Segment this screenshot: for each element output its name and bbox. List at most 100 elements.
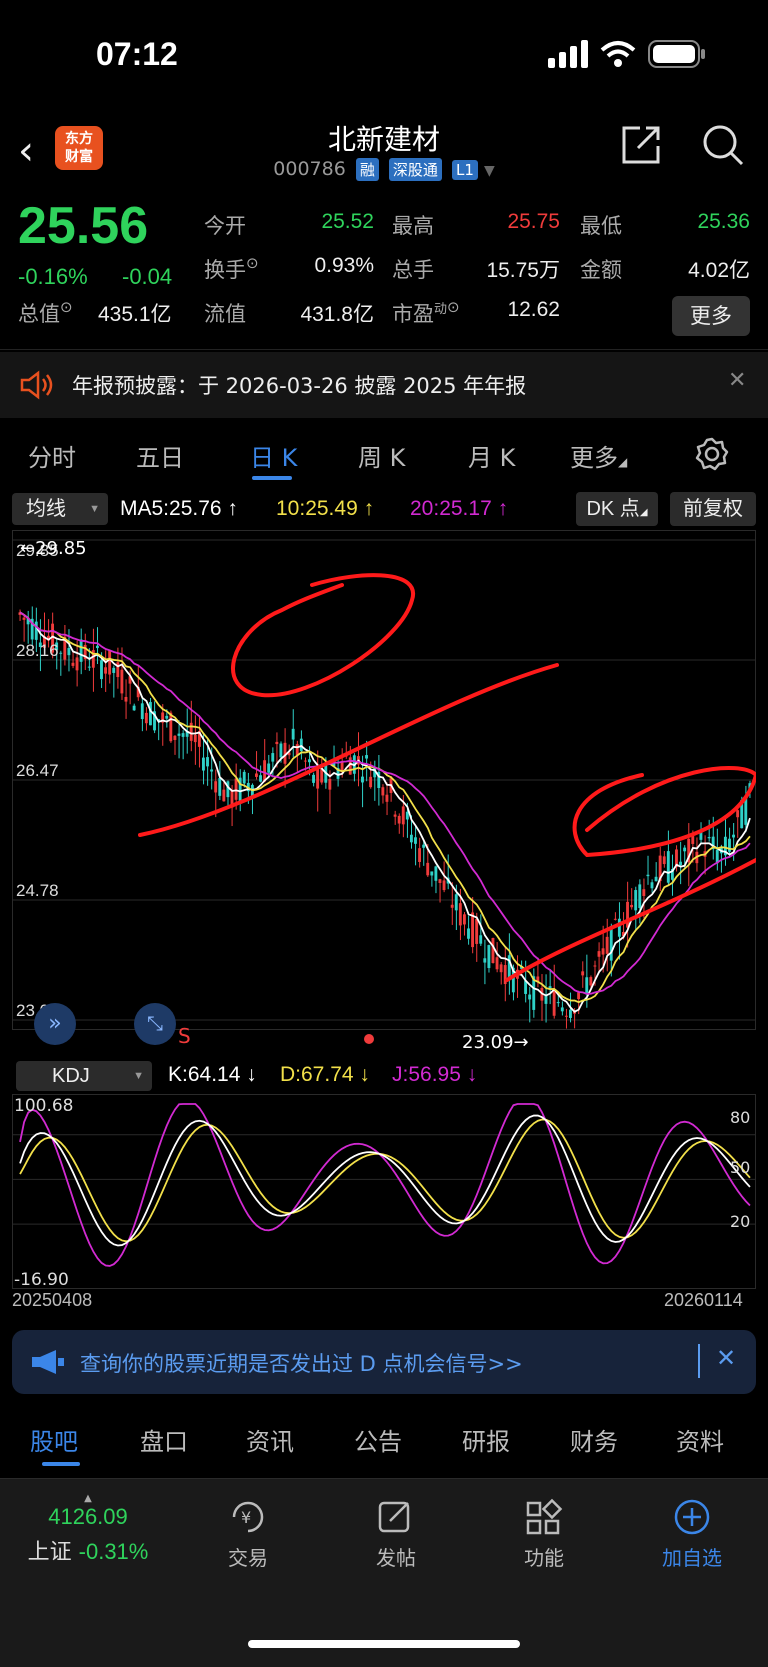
ma10-line	[19, 611, 751, 1004]
expand-left-icon[interactable]: »	[34, 1003, 76, 1045]
tab-daily-k[interactable]: 日 K	[250, 438, 297, 473]
tab-intraday[interactable]: 分时	[28, 438, 76, 473]
candle-body	[642, 889, 646, 896]
candle-body	[662, 856, 666, 865]
candle-body	[467, 928, 470, 939]
svg-text:¥: ¥	[241, 1508, 251, 1527]
kdj-j-value: J:56.95 ↓	[392, 1063, 478, 1086]
fullscreen-icon[interactable]: ⤡	[134, 1003, 176, 1045]
candle-body	[210, 769, 214, 772]
candle-body	[401, 806, 405, 825]
amount-value: 4.02亿	[688, 259, 750, 282]
candle-body	[450, 904, 454, 908]
indicator-select[interactable]: 均线 ▼	[12, 493, 108, 525]
ma-legend-row: 均线 ▼ MA5:25.76 ↑ 10:25.49 ↑ 20:25.17 ↑ DK…	[0, 490, 768, 530]
candle-body	[144, 712, 148, 724]
candle-body	[222, 789, 226, 802]
kdj-select[interactable]: KDJ ▼	[16, 1061, 152, 1091]
candle-body	[193, 734, 197, 743]
tab-more[interactable]: 更多◢	[570, 438, 627, 473]
tab-five-day[interactable]: 五日	[136, 438, 184, 473]
index-ticker[interactable]: ▲ 4126.09 上证 -0.31%	[0, 1493, 176, 1566]
change-amount: -0.04	[122, 264, 173, 289]
close-icon[interactable]: ✕	[716, 1344, 736, 1372]
candle-body	[601, 948, 605, 955]
tab-forum[interactable]: 股吧	[30, 1422, 78, 1457]
dk-point-button[interactable]: DK 点◢	[576, 492, 658, 526]
candlestick-chart[interactable]: 29.8528.1626.4724.7823.09	[12, 530, 756, 1055]
nav-post[interactable]: 发帖	[336, 1497, 456, 1571]
float-label: 流值	[204, 302, 246, 326]
candle-body	[430, 871, 434, 876]
candle-body	[397, 815, 401, 824]
more-button[interactable]: 更多	[672, 296, 750, 336]
candle-body	[617, 918, 621, 937]
content-tabs: 股吧 盘口 资讯 公告 研报 财务 资料	[0, 1400, 768, 1478]
candle-body	[650, 882, 654, 889]
tab-news[interactable]: 资讯	[246, 1422, 294, 1457]
nav-add-watchlist[interactable]: 加自选	[632, 1497, 752, 1571]
dk-point-label: DK 点	[586, 498, 640, 520]
high-value: 25.75	[507, 210, 560, 233]
kdj-chart[interactable]	[12, 1094, 756, 1289]
kdj-lines	[19, 1103, 751, 1267]
candle-body	[442, 880, 446, 891]
tab-profile[interactable]: 资料	[676, 1422, 724, 1457]
tab-financials[interactable]: 财务	[570, 1422, 618, 1457]
candle-body	[226, 781, 230, 798]
tab-monthly-k[interactable]: 月 K	[468, 438, 515, 473]
home-indicator	[248, 1640, 520, 1648]
low-value: 25.36	[697, 210, 750, 233]
nav-trade[interactable]: ¥ 交易	[188, 1497, 308, 1571]
tab-orderbook[interactable]: 盘口	[140, 1422, 188, 1457]
ma10-value: 10:25.49 ↑	[276, 497, 375, 520]
candle-body	[165, 715, 169, 719]
gear-icon[interactable]	[694, 436, 730, 472]
stock-code: 000786	[273, 158, 346, 180]
candle-body	[169, 712, 173, 742]
candle-body	[499, 964, 503, 973]
chevron-down-icon: ▼	[133, 1070, 144, 1082]
candle-body	[593, 965, 597, 967]
candle-body	[564, 1015, 568, 1017]
megaphone-icon	[32, 1350, 64, 1374]
close-icon[interactable]: ✕	[728, 368, 746, 393]
share-icon[interactable]	[618, 122, 664, 168]
search-icon[interactable]	[700, 122, 746, 168]
info-icon: ⊙	[447, 298, 460, 316]
candle-body	[471, 912, 475, 948]
adjust-button[interactable]: 前复权	[670, 492, 756, 526]
date-end: 20260114	[664, 1290, 743, 1310]
bottom-nav: ▲ 4126.09 上证 -0.31% ¥ 交易 发帖 功能 加自选	[0, 1478, 768, 1667]
turnover-label[interactable]: 换手⊙	[204, 254, 259, 284]
nav-post-label: 发帖	[376, 1546, 416, 1570]
dk-signal-banner[interactable]: 查询你的股票近期是否发出过 D 点机会信号>> ✕	[12, 1330, 756, 1394]
tab-weekly-k[interactable]: 周 K	[358, 438, 405, 473]
price-axis-label: 26.47	[16, 761, 59, 780]
tab-announcements[interactable]: 公告	[354, 1422, 402, 1457]
mktcap-label[interactable]: 总值⊙	[18, 298, 73, 328]
notice-bar[interactable]: 年报预披露：于 2026-03-26 披露 2025 年年报 ✕	[0, 352, 768, 418]
candle-body	[630, 904, 634, 908]
candle-body	[202, 757, 205, 771]
triangle-up-icon: ▲	[84, 1493, 92, 1504]
candle-body	[259, 775, 262, 782]
triangle-icon: ◢	[639, 507, 648, 518]
candle-body	[148, 702, 152, 726]
nav-functions[interactable]: 功能	[484, 1497, 604, 1571]
candle-body	[279, 743, 283, 758]
low-label: 最低	[580, 214, 622, 238]
notice-text: 年报预披露：于 2026-03-26 披露 2025 年年报	[72, 374, 527, 398]
pe-label[interactable]: 市盈动⊙	[392, 298, 460, 328]
candle-body	[120, 669, 124, 694]
candle-body	[569, 1009, 572, 1018]
ma20-value: 20:25.17 ↑	[410, 497, 509, 520]
candle-body	[381, 787, 385, 796]
candle-body	[736, 810, 740, 818]
pe-label-text: 市盈	[392, 302, 434, 326]
volume-value: 15.75万	[486, 259, 560, 282]
candle-body	[646, 874, 650, 877]
candle-body	[495, 957, 499, 970]
tab-research[interactable]: 研报	[462, 1422, 510, 1457]
chevron-down-icon: ▼	[89, 503, 100, 515]
